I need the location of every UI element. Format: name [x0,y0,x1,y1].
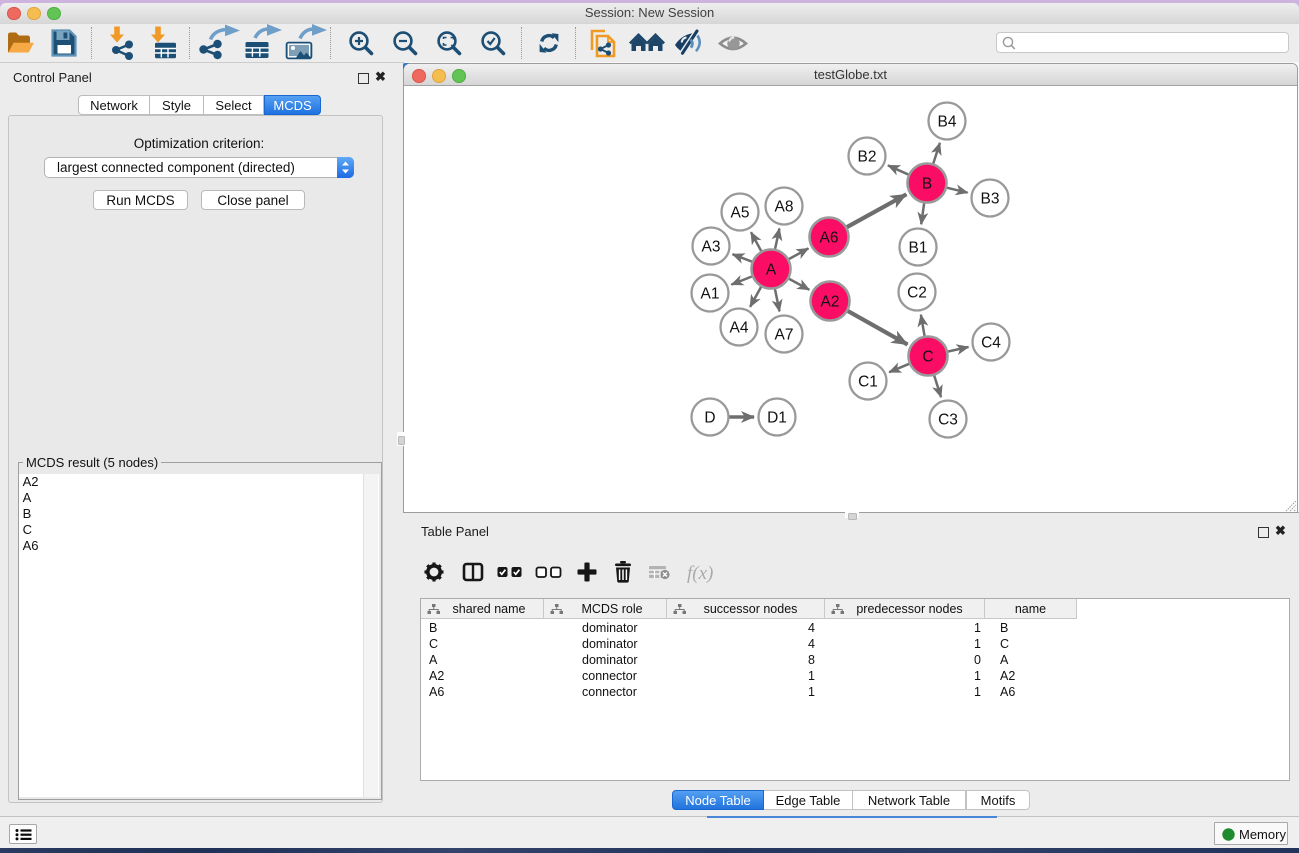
svg-text:A2: A2 [821,294,840,311]
svg-text:f(x): f(x) [687,563,713,584]
svg-text:A5: A5 [731,205,750,222]
svg-text:C1: C1 [858,374,878,391]
svg-text:A6: A6 [820,230,839,247]
svg-text:A3: A3 [702,239,721,256]
svg-text:B2: B2 [858,149,877,166]
svg-text:A8: A8 [775,199,794,216]
svg-text:A4: A4 [730,320,749,337]
svg-text:C3: C3 [938,412,958,429]
svg-text:D: D [704,410,715,427]
svg-text:C: C [922,349,933,366]
svg-text:B4: B4 [938,114,957,131]
svg-text:A: A [766,262,777,279]
svg-text:B3: B3 [981,191,1000,208]
svg-text:A7: A7 [775,327,794,344]
svg-text:B: B [922,176,932,193]
svg-text:C4: C4 [981,335,1001,352]
svg-text:B1: B1 [909,240,928,257]
svg-text:A1: A1 [701,286,720,303]
svg-text:D1: D1 [767,410,787,427]
svg-text:C2: C2 [907,285,927,302]
